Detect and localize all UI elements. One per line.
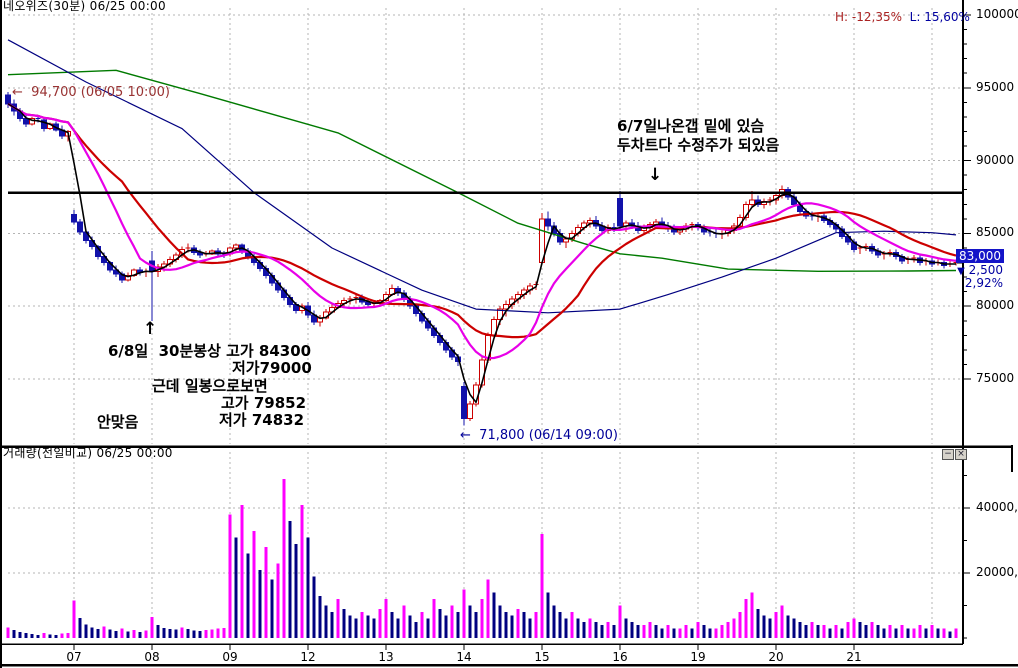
price-axis-tick-label: 85000 — [976, 226, 1014, 239]
price-change-value: 2,500 — [969, 263, 1003, 277]
high-value: -12,35% — [852, 10, 902, 24]
day8-note-line1: 6/8일 30분봉상 고가 84300 — [108, 344, 311, 360]
left-arrow-icon: ← — [460, 428, 471, 443]
price-axis-tick-label: 90000 — [976, 154, 1014, 167]
x-axis-day-label: 12 — [294, 651, 322, 664]
down-arrow-icon: ↓ — [648, 167, 662, 185]
peak-annotation: ← 94,700 (06/05 10:00) — [12, 86, 170, 100]
low-value: 15,60% — [924, 10, 970, 24]
close-pane-button[interactable]: × — [955, 449, 967, 460]
price-change: ▼ 2,500 — [948, 263, 1003, 277]
x-axis-day-label: 21 — [840, 651, 868, 664]
volume-axis-tick-label: 40000,00 — [976, 501, 1018, 514]
chart-window: 네오위즈(30분) 06/25 00:00 H: -12,35% L: 15,6… — [0, 0, 1018, 668]
minimize-pane-button[interactable]: − — [942, 449, 954, 460]
left-arrow-icon: ← — [12, 85, 23, 100]
x-axis-day-label: 19 — [684, 651, 712, 664]
volume-pane-title: 거래량(전일비교) 06/25 00:00 — [3, 447, 173, 460]
x-axis-day-label: 16 — [606, 651, 634, 664]
trough-annotation-text: 71,800 (06/14 09:00) — [479, 428, 618, 443]
gap-note-line2: 두차트다 수정주가 되있음 — [617, 138, 779, 154]
volume-axis-tick-label: 20000,00 — [976, 566, 1018, 579]
day8-note-line3: 근데 일봉으로보면 — [152, 379, 268, 395]
x-axis-day-label: 20 — [762, 651, 790, 664]
day8-note-line2: 저가79000 — [232, 361, 312, 377]
price-axis-tick-label: 95000 — [976, 81, 1014, 94]
x-axis-day-label: 09 — [216, 651, 244, 664]
x-axis-day-label: 15 — [528, 651, 556, 664]
high-label: H: — [835, 10, 848, 24]
x-axis-day-label: 07 — [60, 651, 88, 664]
current-price-badge: 83,000 — [956, 249, 1004, 263]
price-change-percent: 2,92% — [948, 276, 1003, 290]
day8-note-line5: 저가 74832 — [219, 413, 304, 429]
trough-annotation: ← 71,800 (06/14 09:00) — [460, 429, 618, 443]
high-low-readout: H: -12,35% L: 15,60% — [835, 11, 970, 24]
low-label: L: — [910, 10, 921, 24]
x-axis-day-label: 14 — [450, 651, 478, 664]
price-pane-title: 네오위즈(30분) 06/25 00:00 — [3, 0, 166, 13]
price-axis-tick-label: 80000 — [976, 299, 1014, 312]
peak-annotation-text: 94,700 (06/05 10:00) — [31, 85, 170, 100]
day8-note-mismatch: 안맞음 — [97, 415, 138, 431]
up-arrow-icon: ↑ — [143, 321, 157, 339]
price-axis-tick-label: 75000 — [976, 372, 1014, 385]
price-axis-tick-label: 100000 — [976, 8, 1018, 21]
x-axis-day-label: 08 — [138, 651, 166, 664]
x-axis-day-label: 13 — [372, 651, 400, 664]
gap-note-line1: 6/7일나온갭 밑에 있슴 — [617, 119, 764, 135]
day8-note-line4: 고가 79852 — [221, 396, 306, 412]
